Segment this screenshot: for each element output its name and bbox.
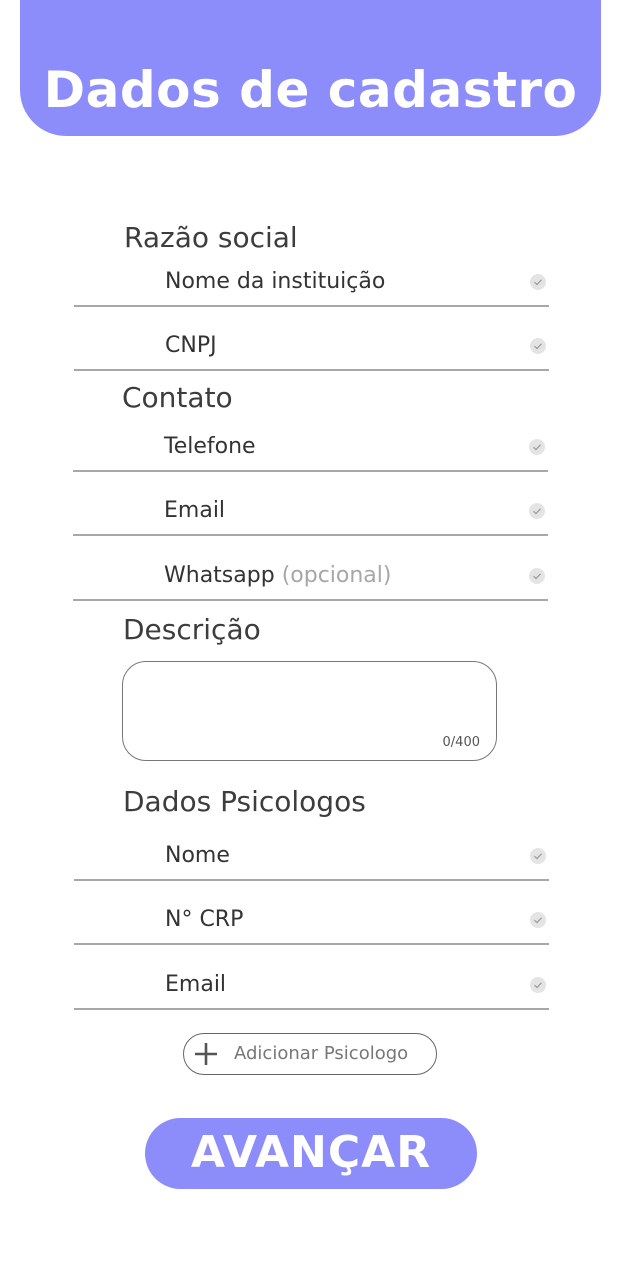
plus-icon — [193, 1041, 219, 1071]
add-psychologist-label: Adicionar Psicologo — [234, 1043, 409, 1064]
advance-button-label: AVANÇAR — [190, 1127, 432, 1178]
check-icon — [530, 274, 546, 290]
section-title-descricao: Descrição — [123, 613, 261, 646]
whatsapp-label-text: Whatsapp — [164, 563, 275, 588]
cnpj-label: CNPJ — [165, 333, 217, 358]
check-icon — [529, 503, 545, 519]
psicologo-crp-label: N° CRP — [165, 907, 244, 932]
description-textarea[interactable]: 0/400 — [122, 661, 497, 761]
check-icon — [529, 568, 545, 584]
check-icon — [530, 977, 546, 993]
header-banner: Dados de cadastro — [20, 0, 601, 136]
telefone-label: Telefone — [164, 434, 256, 459]
optional-hint: (opcional) — [281, 563, 392, 588]
email-field[interactable]: Email — [73, 494, 548, 536]
nome-instituicao-field[interactable]: Nome da instituição — [74, 265, 549, 307]
psicologo-email-field[interactable]: Email — [74, 968, 549, 1010]
email-label: Email — [164, 498, 226, 523]
add-psychologist-button[interactable]: Adicionar Psicologo — [183, 1033, 437, 1075]
whatsapp-field[interactable]: Whatsapp (opcional) — [73, 559, 548, 601]
psicologo-email-label: Email — [165, 972, 227, 997]
psicologo-nome-field[interactable]: Nome — [74, 839, 549, 881]
page-title: Dados de cadastro — [43, 61, 578, 119]
psicologo-crp-field[interactable]: N° CRP — [74, 903, 549, 945]
check-icon — [530, 338, 546, 354]
psicologo-nome-label: Nome — [165, 843, 230, 868]
check-icon — [530, 912, 546, 928]
check-icon — [530, 848, 546, 864]
nome-instituicao-label: Nome da instituição — [165, 269, 386, 294]
telefone-field[interactable]: Telefone — [73, 430, 548, 472]
section-title-razao-social: Razão social — [124, 221, 298, 254]
section-title-dados-psicologos: Dados Psicologos — [123, 785, 366, 818]
whatsapp-label: Whatsapp (opcional) — [164, 561, 391, 591]
char-counter: 0/400 — [442, 735, 480, 750]
check-icon — [529, 439, 545, 455]
section-title-contato: Contato — [122, 381, 233, 414]
advance-button[interactable]: AVANÇAR — [145, 1118, 477, 1189]
cnpj-field[interactable]: CNPJ — [74, 329, 549, 371]
